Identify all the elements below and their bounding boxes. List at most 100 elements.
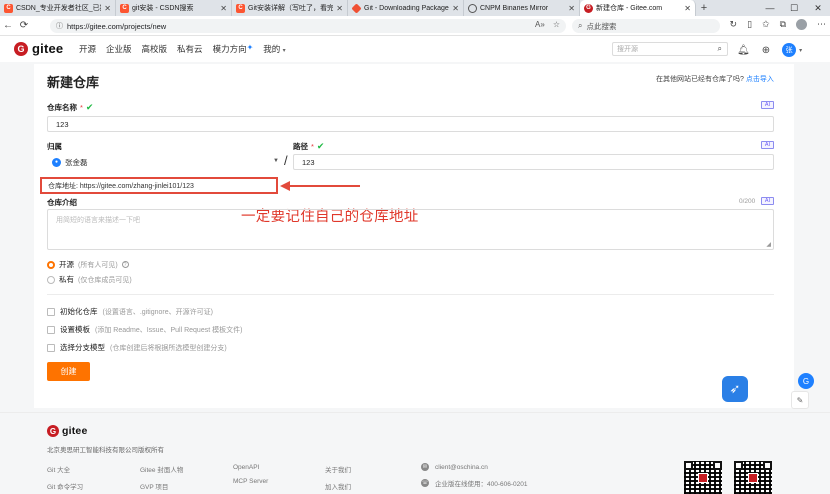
footer-logo-text: gitee	[62, 425, 88, 437]
qr-code-image	[684, 461, 722, 494]
browser-tab[interactable]: C git安装 - CSDN搜索 ✕	[116, 0, 232, 16]
nav-item-moli[interactable]: 模力方向✦	[213, 43, 254, 55]
minimize-icon[interactable]: —	[758, 0, 782, 16]
close-icon[interactable]: ✕	[568, 4, 575, 13]
user-menu[interactable]: 张 ▾	[782, 43, 802, 57]
sparkle-icon: ✦	[246, 43, 254, 52]
close-icon[interactable]: ✕	[104, 4, 111, 13]
check-icon: ✔	[85, 102, 94, 112]
browser-tab[interactable]: CNPM Binaries Mirror ✕	[464, 0, 580, 16]
lock-icon: ⓘ	[56, 23, 63, 30]
footer-link[interactable]: 关于我们	[325, 464, 351, 474]
qr-corner	[684, 461, 693, 470]
bird-assistant-icon[interactable]: ➶	[722, 376, 748, 402]
footer-link[interactable]: Git 大全	[47, 464, 83, 474]
browser-tab[interactable]: Git - Downloading Package ✕	[348, 0, 464, 16]
search-icon[interactable]: ⌕	[718, 44, 722, 54]
close-icon[interactable]: ✕	[336, 4, 343, 13]
gitee-logo-text: gitee	[32, 41, 64, 56]
nav-item-private-cloud[interactable]: 私有云	[177, 43, 203, 55]
footer-link[interactable]: GVP 项目	[140, 481, 183, 491]
intro-textarea[interactable]: 用简短的语言来描述一下吧 ◢	[47, 209, 774, 250]
split-screen-icon[interactable]: ▯	[747, 19, 752, 30]
repo-path-input[interactable]: 123	[293, 154, 774, 170]
help-icon[interactable]: ?	[121, 261, 129, 268]
repo-name-input[interactable]: 123	[47, 116, 774, 132]
browser-search-placeholder: 点此搜索	[586, 21, 617, 31]
radio-private[interactable]: 私有 (仅仓库成员可见)	[47, 274, 132, 285]
tab-title: CNPM Binaries Mirror	[480, 4, 549, 12]
checkbox[interactable]	[47, 307, 55, 316]
radio-button[interactable]	[47, 275, 55, 284]
checkbox[interactable]	[47, 325, 55, 334]
profile-avatar[interactable]	[796, 19, 807, 30]
nav-item-mine[interactable]: 我的 ▾	[263, 43, 285, 55]
option-branch-hint: (仓库创建后将根据所选模型创建分支)	[110, 344, 227, 352]
path-separator: /	[284, 153, 288, 168]
nav-item-opensource[interactable]: 开源	[79, 43, 96, 55]
nav-item-mine-label: 我的	[263, 44, 281, 54]
url-field[interactable]: ⓘ https://gitee.com/projects/new A» ☆	[50, 19, 566, 33]
footer-link[interactable]: Git 命令学习	[47, 481, 83, 491]
back-icon[interactable]: ←	[0, 20, 16, 31]
refresh-page-icon[interactable]: ↻	[730, 19, 738, 30]
browser-tab[interactable]: C Git安装详解（写吐了，看完不赶紧 ✕	[232, 0, 348, 16]
ai-button[interactable]: AI	[761, 197, 774, 205]
create-button[interactable]: 创建	[47, 362, 90, 381]
divider	[47, 294, 774, 295]
close-icon[interactable]: ✕	[684, 4, 691, 13]
close-icon[interactable]: ✕	[220, 4, 227, 13]
maximize-icon[interactable]: ☐	[782, 0, 806, 16]
nav-item-education[interactable]: 高校版	[142, 43, 168, 55]
qr-logo	[748, 473, 758, 483]
favorite-star-icon[interactable]: ☆	[553, 20, 560, 29]
import-link[interactable]: 点击导入	[746, 76, 774, 83]
owner-select[interactable]: ● 张金磊 ▼	[47, 154, 283, 170]
close-window-icon[interactable]: ✕	[806, 0, 830, 16]
gitee-logo[interactable]: G gitee	[14, 41, 63, 56]
footer-link[interactable]: OpenAPI	[233, 464, 268, 471]
url-actions: A» ☆	[535, 20, 560, 29]
favorites-icon[interactable]: ✩	[762, 19, 770, 30]
reload-icon[interactable]: ⟳	[16, 20, 32, 31]
tab-title: 新建仓库 - Gitee.com	[596, 5, 663, 12]
nav-item-moli-label: 模力方向	[212, 44, 247, 54]
footer-link[interactable]: 加入我们	[325, 481, 351, 491]
required-mark: *	[80, 103, 83, 112]
plus-icon[interactable]: ⊕	[762, 45, 770, 56]
browser-tab-active[interactable]: G 新建仓库 - Gitee.com ✕	[580, 0, 696, 16]
footer-logo: G gitee	[47, 425, 88, 437]
browser-tab-strip: C CSDN_专业开发者社区_已接入Dee ✕ C git安装 - CSDN搜索…	[0, 0, 830, 16]
browser-search-field[interactable]: ⌕ 点此搜索	[572, 19, 720, 33]
browser-toolbar: ↻ ▯ ✩ ⧉ ⋯	[730, 19, 826, 30]
more-icon[interactable]: ⋯	[817, 19, 826, 30]
owner-value: 张金磊	[65, 157, 88, 167]
collections-icon[interactable]: ⧉	[780, 19, 786, 30]
footer-email-text[interactable]: client@oschina.cn	[435, 464, 488, 471]
option-template[interactable]: 设置模板 (添加 Readme、Issue、Pull Request 模板文件)	[47, 324, 242, 335]
import-hint: 在其他网站已经有仓库了吗? 点击导入	[656, 74, 774, 84]
site-header: G gitee 开源 企业版 高校版 私有云 模力方向✦ 我的 ▾ 搜开源 ⌕ …	[0, 36, 830, 62]
option-init-repo[interactable]: 初始化仓库 (设置语言、.gitignore、开源许可证)	[47, 306, 213, 317]
radio-private-label: 私有	[59, 275, 74, 284]
nav-item-enterprise[interactable]: 企业版	[106, 43, 132, 55]
ai-button[interactable]: AI	[761, 101, 774, 109]
checkbox[interactable]	[47, 343, 55, 352]
bell-icon[interactable]: 🔔︎	[737, 45, 750, 56]
feedback-edit-icon[interactable]: ✎	[791, 391, 809, 409]
ai-button[interactable]: AI	[761, 141, 774, 149]
read-aloud-icon[interactable]: A»	[535, 20, 545, 29]
close-icon[interactable]: ✕	[452, 4, 459, 13]
browser-tab[interactable]: C CSDN_专业开发者社区_已接入Dee ✕	[0, 0, 116, 16]
resize-grip-icon[interactable]: ◢	[766, 241, 771, 248]
site-search-input[interactable]: 搜开源 ⌕	[612, 42, 728, 56]
footer-link[interactable]: MCP Server	[233, 478, 268, 485]
gitee-logo-icon: G	[47, 425, 59, 437]
radio-public[interactable]: 开源 (所有人可见) ?	[47, 259, 129, 270]
chevron-down-icon: ▼	[273, 158, 279, 164]
new-tab-button[interactable]: +	[696, 0, 712, 16]
radio-button-checked[interactable]	[47, 260, 55, 269]
option-branch-model[interactable]: 选择分支模型 (仓库创建后将根据所选模型创建分支)	[47, 342, 227, 353]
footer-col-1: Git 大全 Git 命令学习	[47, 464, 83, 491]
footer-link[interactable]: Gitee 封面人物	[140, 464, 183, 474]
